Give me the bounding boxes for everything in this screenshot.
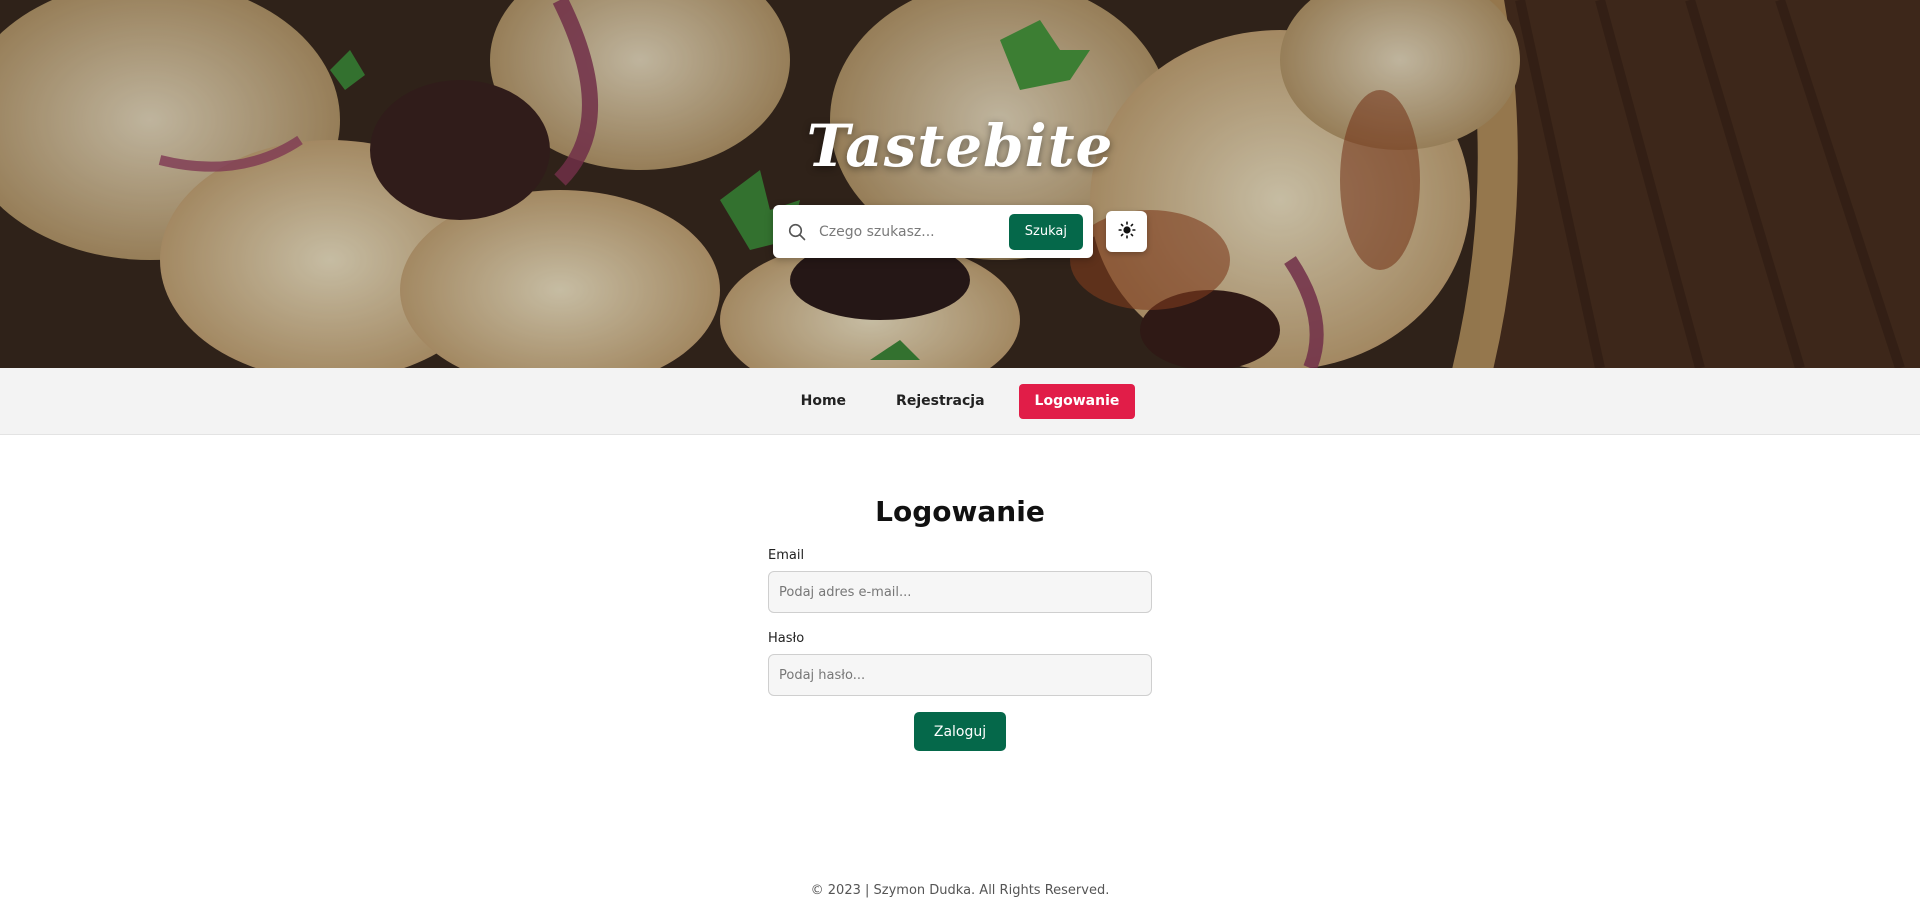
nav-item-logowanie[interactable]: Logowanie xyxy=(1018,383,1136,419)
submit-row: Zaloguj xyxy=(768,712,1152,751)
sun-icon xyxy=(1117,220,1136,243)
footer-copyright: © 2023 | Szymon Dudka. All Rights Reserv… xyxy=(810,883,1110,898)
nav-item-rejestracja[interactable]: Rejestracja xyxy=(880,384,1001,419)
theme-toggle-button[interactable] xyxy=(1106,211,1147,252)
search-input[interactable] xyxy=(817,222,1009,241)
login-form: Email Hasło Zaloguj xyxy=(768,548,1152,751)
login-section: Logowanie Email Hasło Zaloguj xyxy=(0,435,1920,751)
hero-overlay xyxy=(0,0,1920,368)
brand-logo[interactable]: Tastebite xyxy=(0,112,1920,180)
nav-item-home[interactable]: Home xyxy=(785,384,862,419)
password-label: Hasło xyxy=(768,631,805,646)
password-field[interactable] xyxy=(768,654,1152,696)
main-nav: Home Rejestracja Logowanie xyxy=(0,368,1920,435)
page-title: Logowanie xyxy=(875,495,1045,528)
search-button[interactable]: Szukaj xyxy=(1008,213,1083,250)
search-box: Szukaj xyxy=(773,205,1093,258)
email-field-group: Email xyxy=(768,548,1152,613)
email-label: Email xyxy=(768,548,805,563)
hero-banner: Tastebite Szukaj xyxy=(0,0,1920,368)
search-icon xyxy=(787,222,807,242)
password-field-group: Hasło xyxy=(768,631,1152,696)
email-field[interactable] xyxy=(768,571,1152,613)
search-row: Szukaj xyxy=(773,205,1147,258)
login-button[interactable]: Zaloguj xyxy=(913,712,1007,751)
